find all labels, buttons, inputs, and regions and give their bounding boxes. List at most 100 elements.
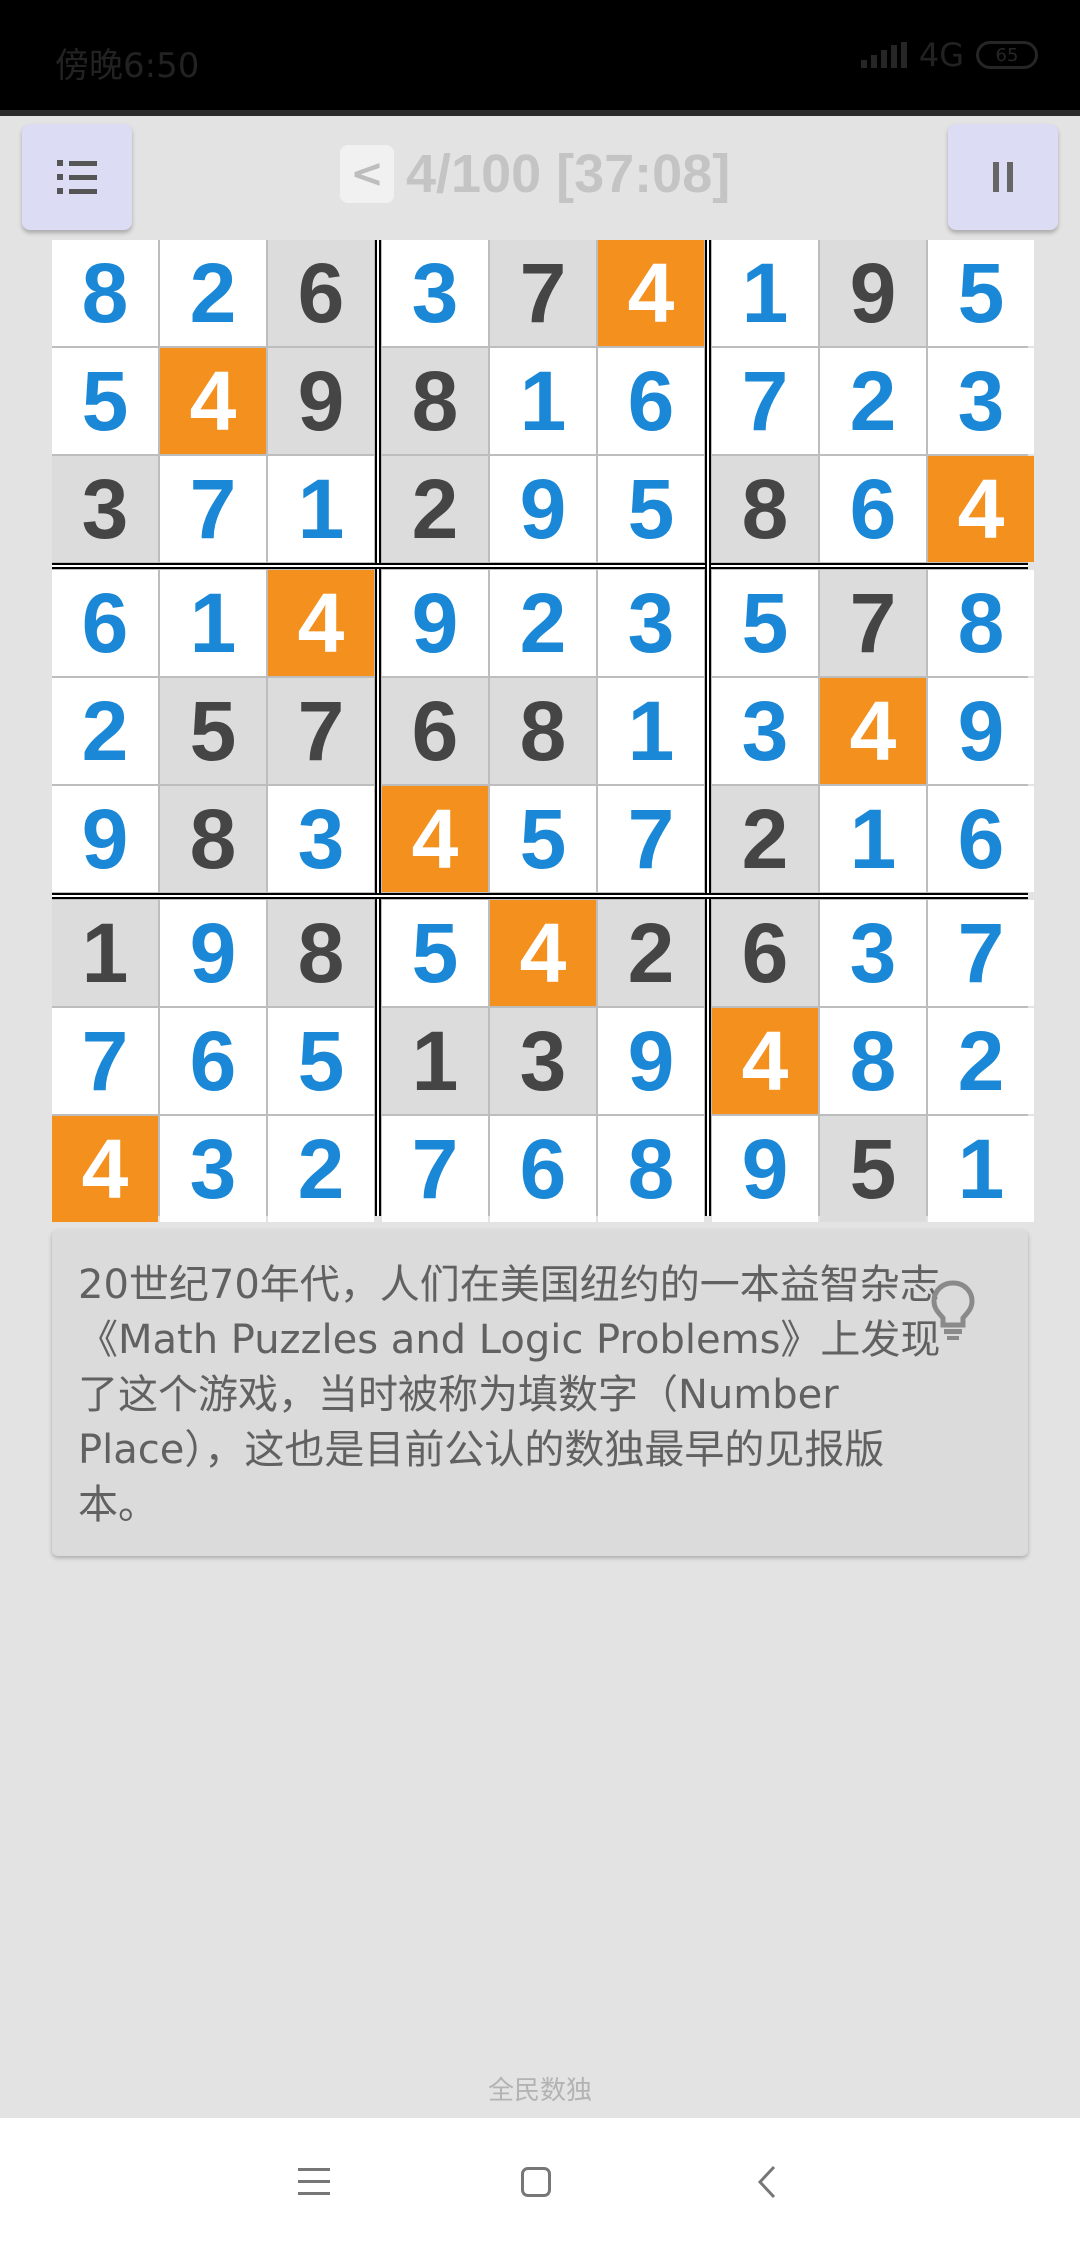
sudoku-cell[interactable]: 8 xyxy=(52,240,158,346)
back-icon[interactable] xyxy=(752,2164,782,2200)
sudoku-cell[interactable]: 4 xyxy=(382,786,488,892)
sudoku-cell[interactable]: 5 xyxy=(598,456,704,562)
sudoku-cell[interactable]: 5 xyxy=(928,240,1034,346)
sudoku-cell[interactable]: 1 xyxy=(382,1008,488,1114)
menu-icon[interactable] xyxy=(298,2168,330,2195)
sudoku-cell[interactable]: 5 xyxy=(160,678,266,784)
sudoku-cell[interactable]: 3 xyxy=(268,786,374,892)
sudoku-cell[interactable]: 1 xyxy=(928,1116,1034,1222)
status-time: 傍晚6:50 xyxy=(55,46,200,86)
sudoku-cell[interactable]: 6 xyxy=(382,678,488,784)
sudoku-cell[interactable]: 1 xyxy=(820,786,926,892)
sudoku-cell[interactable]: 6 xyxy=(490,1116,596,1222)
home-icon[interactable] xyxy=(521,2167,551,2197)
sudoku-cell[interactable]: 5 xyxy=(268,1008,374,1114)
sudoku-cell[interactable]: 8 xyxy=(160,786,266,892)
sudoku-cell[interactable]: 7 xyxy=(382,1116,488,1222)
sudoku-cell[interactable]: 4 xyxy=(160,348,266,454)
sudoku-cell[interactable]: 3 xyxy=(820,900,926,1006)
sudoku-cell[interactable]: 2 xyxy=(712,786,818,892)
sudoku-cell[interactable]: 2 xyxy=(490,570,596,676)
sudoku-cell[interactable]: 4 xyxy=(490,900,596,1006)
sudoku-cell[interactable]: 8 xyxy=(490,678,596,784)
sudoku-cell[interactable]: 8 xyxy=(712,456,818,562)
sudoku-cell[interactable]: 3 xyxy=(52,456,158,562)
sudoku-cell[interactable]: 8 xyxy=(598,1116,704,1222)
sudoku-cell[interactable]: 9 xyxy=(820,240,926,346)
sudoku-cell[interactable]: 4 xyxy=(52,1116,158,1222)
sudoku-cell[interactable]: 9 xyxy=(160,900,266,1006)
box-divider xyxy=(705,240,711,1216)
box-divider xyxy=(52,563,1028,569)
sudoku-cell[interactable]: 3 xyxy=(382,240,488,346)
status-bar: 傍晚6:50 4G 65 xyxy=(0,0,1080,110)
sudoku-cell[interactable]: 9 xyxy=(268,348,374,454)
sudoku-cell[interactable]: 2 xyxy=(268,1116,374,1222)
sudoku-cell[interactable]: 4 xyxy=(712,1008,818,1114)
sudoku-cell[interactable]: 4 xyxy=(598,240,704,346)
sudoku-cell[interactable]: 8 xyxy=(268,900,374,1006)
box-divider xyxy=(375,240,381,1216)
sudoku-cell[interactable]: 3 xyxy=(712,678,818,784)
sudoku-cell[interactable]: 1 xyxy=(712,240,818,346)
sudoku-cell[interactable]: 9 xyxy=(490,456,596,562)
sudoku-cell[interactable]: 4 xyxy=(928,456,1034,562)
sudoku-board: 8263741955498167233712958646149235782576… xyxy=(52,240,1034,1222)
sudoku-cell[interactable]: 7 xyxy=(820,570,926,676)
box-divider xyxy=(52,893,1028,899)
sudoku-cell[interactable]: 1 xyxy=(160,570,266,676)
sudoku-cell[interactable]: 4 xyxy=(268,570,374,676)
sudoku-cell[interactable]: 2 xyxy=(160,240,266,346)
list-icon xyxy=(57,160,97,194)
sudoku-cell[interactable]: 1 xyxy=(268,456,374,562)
sudoku-cell[interactable]: 6 xyxy=(598,348,704,454)
sudoku-cell[interactable]: 5 xyxy=(820,1116,926,1222)
sudoku-cell[interactable]: 6 xyxy=(52,570,158,676)
sudoku-cell[interactable]: 9 xyxy=(928,678,1034,784)
sudoku-cell[interactable]: 2 xyxy=(928,1008,1034,1114)
sudoku-cell[interactable]: 6 xyxy=(160,1008,266,1114)
sudoku-cell[interactable]: 5 xyxy=(490,786,596,892)
sudoku-cell[interactable]: 5 xyxy=(712,570,818,676)
menu-button[interactable] xyxy=(22,124,132,230)
previous-level-button[interactable]: < xyxy=(340,145,394,203)
sudoku-cell[interactable]: 7 xyxy=(928,900,1034,1006)
system-nav-bar xyxy=(0,2118,1080,2248)
sudoku-cell[interactable]: 1 xyxy=(52,900,158,1006)
sudoku-cell[interactable]: 9 xyxy=(52,786,158,892)
sudoku-cell[interactable]: 8 xyxy=(820,1008,926,1114)
sudoku-cell[interactable]: 6 xyxy=(268,240,374,346)
sudoku-cell[interactable]: 7 xyxy=(598,786,704,892)
sudoku-cell[interactable]: 2 xyxy=(820,348,926,454)
sudoku-cell[interactable]: 3 xyxy=(598,570,704,676)
pause-icon xyxy=(993,162,1013,192)
sudoku-cell[interactable]: 2 xyxy=(52,678,158,784)
sudoku-cell[interactable]: 5 xyxy=(52,348,158,454)
sudoku-cell[interactable]: 9 xyxy=(712,1116,818,1222)
sudoku-cell[interactable]: 7 xyxy=(490,240,596,346)
sudoku-cell[interactable]: 7 xyxy=(268,678,374,784)
level-title: 4/100 [37:08] xyxy=(406,144,731,204)
sudoku-cell[interactable]: 3 xyxy=(490,1008,596,1114)
lightbulb-icon[interactable] xyxy=(928,1278,978,1342)
sudoku-cell[interactable]: 7 xyxy=(160,456,266,562)
sudoku-cell[interactable]: 9 xyxy=(382,570,488,676)
sudoku-cell[interactable]: 5 xyxy=(382,900,488,1006)
sudoku-cell[interactable]: 9 xyxy=(598,1008,704,1114)
sudoku-cell[interactable]: 4 xyxy=(820,678,926,784)
footer-brand: 全民数独 xyxy=(487,2076,592,2106)
sudoku-cell[interactable]: 7 xyxy=(712,348,818,454)
sudoku-cell[interactable]: 1 xyxy=(490,348,596,454)
sudoku-cell[interactable]: 2 xyxy=(598,900,704,1006)
sudoku-cell[interactable]: 8 xyxy=(928,570,1034,676)
sudoku-cell[interactable]: 6 xyxy=(712,900,818,1006)
sudoku-cell[interactable]: 1 xyxy=(598,678,704,784)
sudoku-cell[interactable]: 8 xyxy=(382,348,488,454)
sudoku-cell[interactable]: 3 xyxy=(928,348,1034,454)
pause-button[interactable] xyxy=(948,124,1058,230)
sudoku-cell[interactable]: 3 xyxy=(160,1116,266,1222)
sudoku-cell[interactable]: 2 xyxy=(382,456,488,562)
sudoku-cell[interactable]: 7 xyxy=(52,1008,158,1114)
sudoku-cell[interactable]: 6 xyxy=(928,786,1034,892)
sudoku-cell[interactable]: 6 xyxy=(820,456,926,562)
